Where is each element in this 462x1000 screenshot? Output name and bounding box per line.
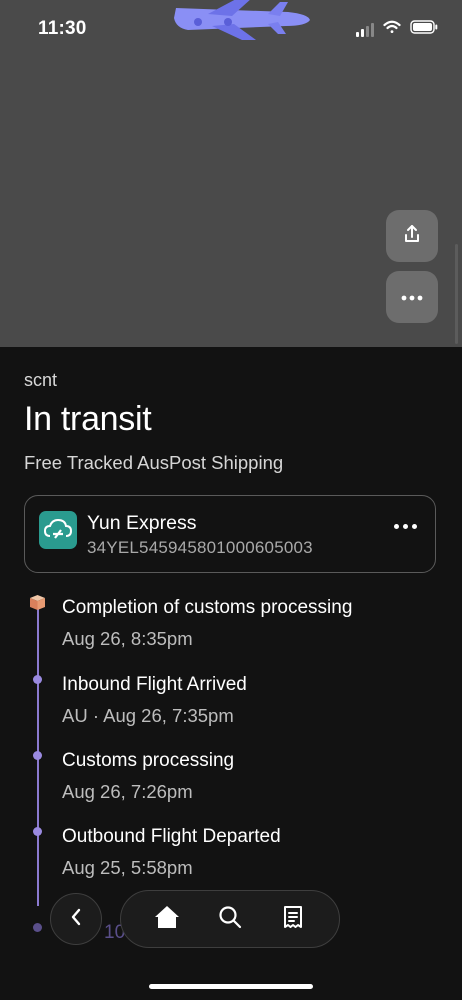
status-time: 11:30 xyxy=(38,18,87,39)
package-icon xyxy=(29,594,46,616)
shipping-method: Free Tracked AusPost Shipping xyxy=(24,452,284,473)
nav-search-button[interactable] xyxy=(210,899,250,939)
search-icon xyxy=(218,905,242,934)
seller-name: scnt xyxy=(24,370,58,390)
more-options-button[interactable] xyxy=(386,271,438,323)
carrier-more-icon[interactable] xyxy=(394,524,417,529)
receipt-icon xyxy=(283,905,303,934)
wifi-icon xyxy=(383,20,401,39)
cellular-signal-icon xyxy=(356,22,374,37)
bottom-nav-bar xyxy=(120,890,340,948)
timeline-dot xyxy=(33,923,42,932)
home-icon xyxy=(154,905,180,934)
event-title: Outbound Flight Departed xyxy=(62,826,281,847)
event-title: Customs processing xyxy=(62,750,235,771)
status-bar: 11:30 xyxy=(0,0,462,60)
battery-icon xyxy=(410,20,438,39)
event-time: Aug 26, 7:26pm xyxy=(62,781,193,802)
scroll-indicator[interactable] xyxy=(455,244,458,344)
nav-orders-button[interactable] xyxy=(273,899,313,939)
nav-home-button[interactable] xyxy=(147,899,187,939)
timeline-dot xyxy=(33,827,42,836)
event-time: Aug 25, 5:58pm xyxy=(62,857,193,878)
shipment-status-title: In transit xyxy=(24,400,152,438)
event-time: Aug 26, 8:35pm xyxy=(62,628,193,649)
carrier-name: Yun Express xyxy=(87,512,197,534)
event-time: AU · Aug 26, 7:35pm xyxy=(62,705,234,726)
ellipsis-icon xyxy=(401,288,423,306)
carrier-card[interactable]: Yun Express 34YEL545945801000605003 xyxy=(24,495,436,573)
home-indicator[interactable] xyxy=(149,984,313,989)
event-title: Inbound Flight Arrived xyxy=(62,674,247,695)
share-icon xyxy=(401,223,423,250)
tracking-number: 34YEL545945801000605003 xyxy=(87,538,313,557)
carrier-logo-icon xyxy=(39,511,77,549)
event-title: Completion of customs processing xyxy=(62,597,353,618)
timeline-dot xyxy=(33,751,42,760)
share-button[interactable] xyxy=(386,210,438,262)
back-button[interactable] xyxy=(50,893,102,945)
chevron-left-icon xyxy=(70,908,82,931)
timeline-dot xyxy=(33,675,42,684)
